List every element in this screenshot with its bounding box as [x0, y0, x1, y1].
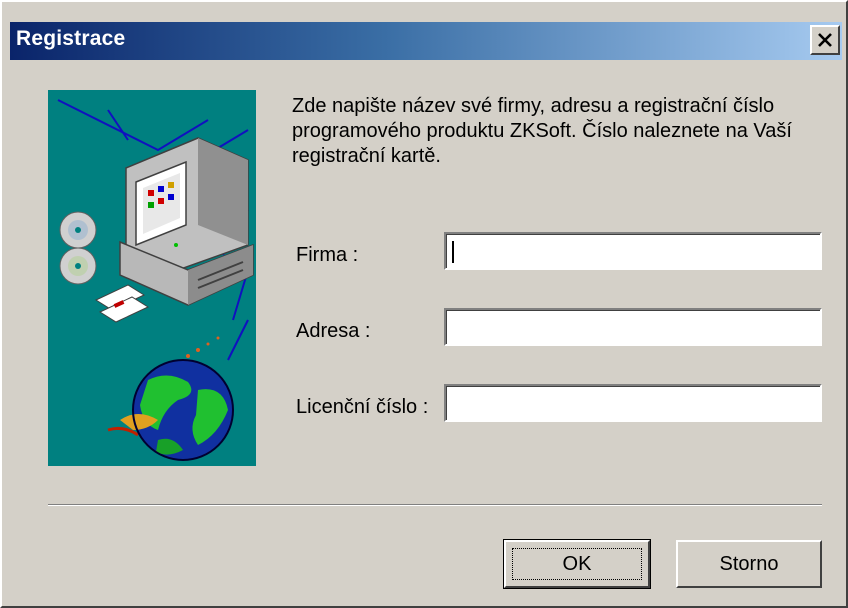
window-title: Registrace [16, 27, 126, 50]
title-bar[interactable]: Registrace [10, 22, 842, 60]
firma-input[interactable] [444, 232, 822, 270]
firma-label: Firma : [296, 244, 359, 266]
registration-dialog: Registrace Zde napište název své firmy, … [0, 0, 848, 608]
adresa-label: Adresa : [296, 320, 371, 342]
cancel-button[interactable]: Storno [676, 540, 822, 588]
close-icon [818, 33, 832, 47]
computer-icon [119, 137, 254, 306]
licence-number-input[interactable] [444, 384, 822, 422]
divider [48, 504, 822, 506]
floppy-disk-icon [94, 284, 150, 323]
cancel-button-label: Storno [719, 552, 779, 575]
licence-number-label: Licenční číslo : [296, 396, 429, 418]
illustration-panel [48, 90, 256, 466]
cd-icon [59, 211, 97, 285]
adresa-input[interactable] [444, 308, 822, 346]
close-button[interactable] [810, 25, 840, 55]
setup-illustration [57, 99, 254, 461]
ok-button[interactable]: OK [503, 539, 651, 589]
globe-icon [107, 359, 234, 461]
focus-rect [512, 548, 642, 580]
instructions-text: Zde napište název své firmy, adresu a re… [292, 95, 792, 167]
text-caret [452, 241, 454, 263]
